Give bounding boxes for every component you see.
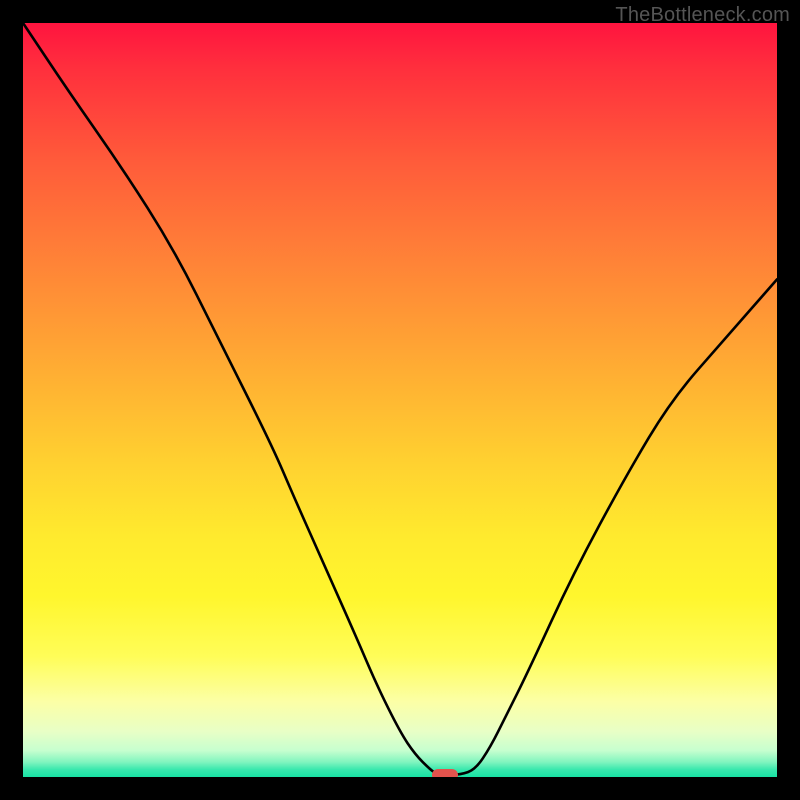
minimum-marker (432, 769, 458, 777)
chart-curve (23, 23, 777, 777)
chart-container: TheBottleneck.com (0, 0, 800, 800)
watermark-text: TheBottleneck.com (615, 4, 790, 27)
plot-area (23, 23, 777, 777)
